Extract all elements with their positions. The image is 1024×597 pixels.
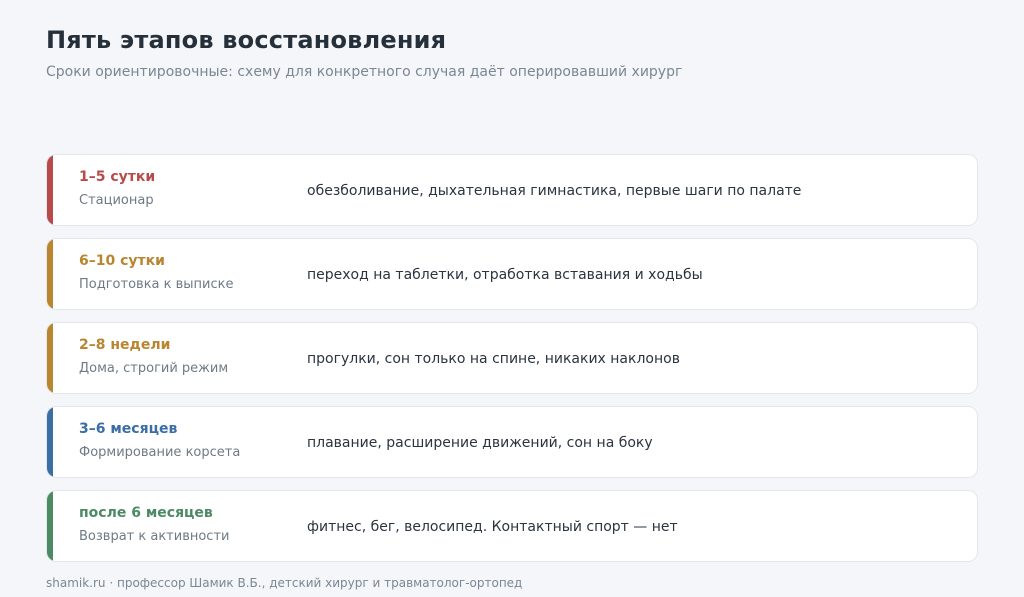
stage-card-3: 2–8 недели Дома, строгий режим прогулки,… — [46, 322, 978, 394]
stage-description: переход на таблетки, отработка вставания… — [307, 267, 703, 283]
stage-label: Формирование корсета — [79, 445, 241, 460]
stage-period: 6–10 сутки — [79, 253, 165, 269]
stage-color-bar — [47, 239, 53, 309]
stage-label: Стационар — [79, 193, 154, 208]
page-subtitle: Сроки ориентировочные: схему для конкрет… — [46, 64, 683, 80]
stage-card-1: 1–5 сутки Стационар обезболивание, дыхат… — [46, 154, 978, 226]
stage-description: плавание, расширение движений, сон на бо… — [307, 435, 653, 451]
stage-color-bar — [47, 491, 53, 561]
stage-card-4: 3–6 месяцев Формирование корсета плавани… — [46, 406, 978, 478]
page-title: Пять этапов восстановления — [46, 26, 447, 54]
footer-credit: shamik.ru · профессор Шамик В.Б., детски… — [46, 576, 523, 590]
stage-label: Подготовка к выписке — [79, 277, 234, 292]
stage-period: после 6 месяцев — [79, 505, 213, 521]
stage-label: Дома, строгий режим — [79, 361, 229, 376]
stage-period: 1–5 сутки — [79, 169, 156, 185]
stage-color-bar — [47, 155, 53, 225]
stage-label: Возврат к активности — [79, 529, 230, 544]
stage-color-bar — [47, 323, 53, 393]
stage-color-bar — [47, 407, 53, 477]
stage-card-2: 6–10 сутки Подготовка к выписке переход … — [46, 238, 978, 310]
stage-description: фитнес, бег, велосипед. Контактный спорт… — [307, 519, 678, 535]
stage-period: 3–6 месяцев — [79, 421, 178, 437]
stage-card-5: после 6 месяцев Возврат к активности фит… — [46, 490, 978, 562]
stage-description: прогулки, сон только на спине, никаких н… — [307, 351, 680, 367]
stage-description: обезболивание, дыхательная гимнастика, п… — [307, 183, 802, 199]
stages-list: 1–5 сутки Стационар обезболивание, дыхат… — [46, 154, 978, 574]
stage-period: 2–8 недели — [79, 337, 171, 353]
